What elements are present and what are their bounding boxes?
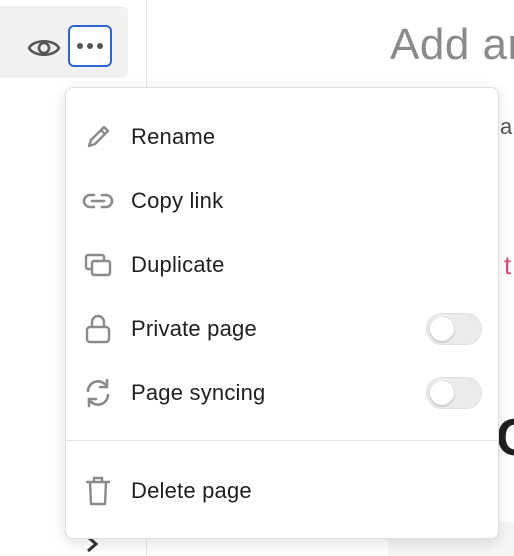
pencil-icon [80,123,116,151]
link-icon [80,187,116,215]
sync-icon [80,378,116,408]
main-link-peek: t [504,250,512,280]
page-syncing-toggle[interactable] [426,377,482,409]
ellipsis-icon [77,43,103,49]
lock-icon [80,314,116,344]
more-options-button[interactable] [68,25,112,67]
menu-item-label: Delete page [131,478,252,503]
toggle-knob [430,381,454,405]
menu-item-label: Private page [131,316,257,341]
menu-item-private-page[interactable]: Private page [66,301,498,357]
menu-item-rename[interactable]: Rename [66,109,498,165]
sidebar-page-row[interactable] [0,6,128,78]
eye-icon[interactable] [24,28,64,68]
menu-divider [66,440,498,441]
menu-item-duplicate[interactable]: Duplicate [66,237,498,293]
main-heading-peek: Add ar [390,20,514,69]
private-page-toggle[interactable] [426,313,482,345]
menu-item-delete-page[interactable]: Delete page [66,463,498,519]
menu-item-label: Duplicate [131,252,225,277]
menu-item-label: Copy link [131,188,224,213]
trash-icon [80,476,116,506]
main-text-peek: a [500,114,513,139]
toggle-knob [430,317,454,341]
menu-item-copy-link[interactable]: Copy link [66,173,498,229]
duplicate-icon [80,251,116,279]
menu-item-label: Rename [131,124,216,149]
page-options-menu: Rename Copy link Duplicate Private page … [65,87,499,539]
menu-item-page-syncing[interactable]: Page syncing [66,365,498,421]
menu-item-label: Page syncing [131,380,266,405]
